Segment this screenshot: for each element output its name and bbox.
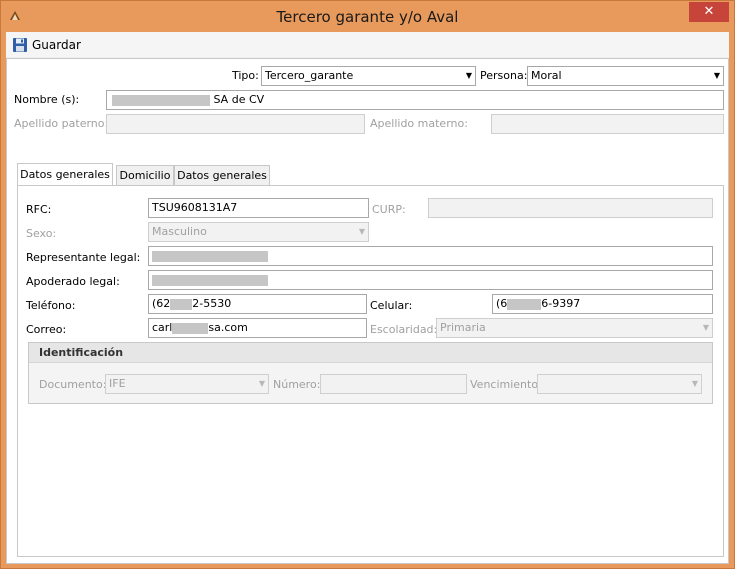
persona-select[interactable]: Moral ▼ [527, 66, 724, 86]
apoderado-input[interactable] [148, 270, 713, 290]
close-button[interactable]: ✕ [689, 2, 729, 22]
celular-suffix: 6-9397 [541, 297, 581, 310]
nombre-input-value: SA de CV [213, 93, 265, 106]
numero-label: Número: [273, 378, 321, 391]
chevron-down-icon: ▼ [702, 323, 709, 332]
redacted-text [172, 322, 209, 334]
tipo-label: Tipo: [232, 69, 259, 82]
save-button[interactable]: Guardar [12, 36, 81, 54]
telefono-prefix: (62 [152, 297, 171, 310]
escolaridad-select[interactable]: Primaria ▼ [436, 318, 713, 338]
celular-input[interactable]: (6 6-9397 [492, 294, 713, 314]
representante-input[interactable] [148, 246, 713, 266]
apoderado-label: Apoderado legal: [26, 275, 120, 288]
vencimiento-label: Vencimiento: [470, 378, 542, 391]
title-bar[interactable]: Tercero garante y/o Aval ✕ [1, 1, 734, 32]
chevron-down-icon: ▼ [358, 227, 365, 236]
chevron-down-icon: ▼ [465, 71, 472, 80]
apellido-paterno-input[interactable] [106, 114, 365, 134]
tab-panel-datos-generales: RFC: TSU9608131A7 CURP: Sexo: Masculino … [17, 185, 724, 557]
rfc-label: RFC: [26, 203, 52, 216]
correo-input[interactable]: carl sa.com [148, 318, 367, 338]
identificacion-header: Identificación [29, 343, 712, 363]
tab-domicilio[interactable]: Domicilio [116, 165, 174, 186]
correo-prefix: carl [152, 321, 173, 334]
apellido-paterno-label: Apellido paterno: [14, 117, 109, 130]
correo-suffix: sa.com [208, 321, 248, 334]
telefono-label: Teléfono: [26, 299, 76, 312]
rfc-input[interactable]: TSU9608131A7 [148, 198, 369, 218]
documento-select-value: IFE [109, 377, 126, 390]
client-area: Guardar Tipo: Tercero_garante ▼ Persona:… [6, 32, 729, 564]
identificacion-title: Identificación [39, 346, 124, 359]
numero-input[interactable] [320, 374, 467, 394]
chevron-down-icon: ▼ [691, 379, 698, 388]
main-panel: Tipo: Tercero_garante ▼ Persona: Moral ▼… [6, 58, 729, 564]
tab-datos-generales-2[interactable]: Datos generales [174, 165, 270, 186]
correo-label: Correo: [26, 323, 67, 336]
chevron-down-icon: ▼ [713, 71, 720, 80]
apellido-materno-input[interactable] [491, 114, 724, 134]
tab-datos-generales[interactable]: Datos generales [17, 163, 113, 186]
telefono-suffix: 2-5530 [192, 297, 232, 310]
curp-input[interactable] [428, 198, 713, 218]
curp-label: CURP: [372, 203, 406, 216]
representante-label: Representante legal: [26, 251, 141, 264]
documento-select[interactable]: IFE ▼ [105, 374, 269, 394]
sexo-select[interactable]: Masculino ▼ [148, 222, 369, 242]
nombre-label: Nombre (s): [14, 93, 80, 106]
apellido-materno-label: Apellido materno: [370, 117, 468, 130]
redacted-text [507, 298, 542, 310]
floppy-disk-icon [13, 38, 27, 52]
vencimiento-select[interactable]: ▼ [537, 374, 702, 394]
redacted-text [112, 94, 210, 106]
sexo-label: Sexo: [26, 227, 57, 240]
escolaridad-label: Escolaridad: [370, 323, 438, 336]
persona-select-value: Moral [531, 69, 562, 82]
toolbar: Guardar [6, 32, 729, 57]
chevron-down-icon: ▼ [258, 379, 265, 388]
identificacion-group: Identificación Documento: IFE ▼ Número: … [28, 342, 713, 404]
tipo-select-value: Tercero_garante [265, 69, 354, 82]
celular-label: Celular: [370, 299, 413, 312]
window: Tercero garante y/o Aval ✕ Guardar Tipo:… [0, 0, 735, 569]
escolaridad-select-value: Primaria [440, 321, 486, 334]
save-button-label: Guardar [32, 38, 81, 52]
tipo-select[interactable]: Tercero_garante ▼ [261, 66, 476, 86]
persona-label: Persona: [480, 69, 528, 82]
window-title: Tercero garante y/o Aval [276, 8, 459, 26]
documento-label: Documento: [39, 378, 107, 391]
telefono-input[interactable]: (62 2-5530 [148, 294, 367, 314]
redacted-text [152, 274, 268, 286]
redacted-text [152, 250, 268, 262]
nombre-input[interactable]: SA de CV [106, 90, 724, 110]
celular-prefix: (6 [496, 297, 508, 310]
sexo-select-value: Masculino [152, 225, 207, 238]
redacted-text [170, 298, 193, 310]
